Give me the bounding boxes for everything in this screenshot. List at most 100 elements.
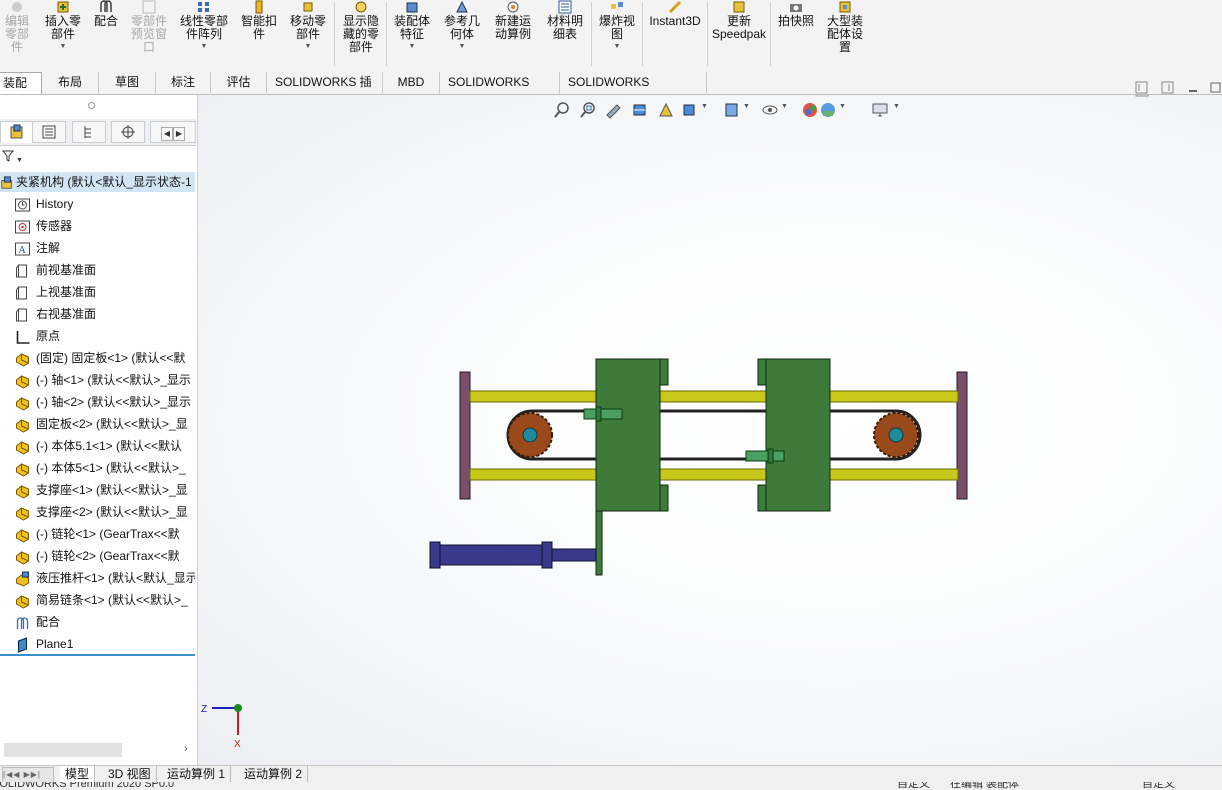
new-motion-study-button[interactable]: 新建运动算例 bbox=[490, 0, 536, 41]
tree-item[interactable]: (-) 链轮<1> (GearTrax<<默 bbox=[0, 523, 195, 545]
tree-item[interactable]: 传感器 bbox=[0, 215, 195, 237]
tab-mbd[interactable]: MBD bbox=[383, 72, 440, 93]
bom-button[interactable]: 材料明细表 bbox=[542, 0, 588, 41]
right-clamp-body[interactable] bbox=[765, 358, 831, 512]
tree-item[interactable]: 固定板<2> (默认<<默认>_显 bbox=[0, 413, 195, 435]
horizontal-scrollbar-thumb[interactable] bbox=[4, 743, 122, 757]
tree-item[interactable]: 支撑座<1> (默认<<默认>_显 bbox=[0, 479, 195, 501]
speedpak-icon bbox=[733, 1, 745, 13]
chevron-down-icon[interactable]: ▼ bbox=[176, 43, 232, 51]
ribbon-separator bbox=[642, 2, 643, 66]
chevron-down-icon[interactable]: ▼ bbox=[390, 43, 434, 51]
large-assembly-settings-button[interactable]: 大型装配体设置 bbox=[822, 0, 868, 54]
dimxpert-tab[interactable] bbox=[111, 121, 145, 143]
tree-item[interactable]: 配合 bbox=[0, 611, 195, 633]
chevron-right-icon[interactable]: ▶ bbox=[173, 127, 185, 141]
tree-item[interactable]: (-) 本体5<1> (默认<<默认>_ bbox=[0, 457, 195, 479]
linear-pattern-button[interactable]: 线性零部件阵列 ▼ bbox=[176, 0, 232, 51]
tab-solidworks-cam[interactable]: SOLIDWORKS CAM bbox=[440, 72, 560, 110]
tab-layout[interactable]: 布局 bbox=[42, 72, 99, 93]
hydraulic-rod[interactable] bbox=[551, 548, 597, 562]
tab-model[interactable]: 模型 bbox=[60, 766, 96, 782]
mate-button[interactable]: 配合 bbox=[90, 0, 122, 28]
left-end-plate[interactable] bbox=[459, 371, 471, 500]
tab-solidworks-inspection[interactable]: SOLIDWORKS Inspection bbox=[560, 72, 707, 110]
tree-item[interactable]: History bbox=[0, 193, 195, 215]
tree-item[interactable]: 上视基准面 bbox=[0, 281, 195, 303]
chevron-down-icon[interactable]: ▼ bbox=[595, 43, 639, 51]
panel-grip-dot[interactable] bbox=[88, 102, 95, 109]
tree-item[interactable]: A 注解 bbox=[0, 237, 195, 259]
chevron-left-icon[interactable]: ◀ bbox=[161, 127, 173, 141]
tree-root-assembly[interactable]: 夹紧机构 (默认<默认_显示状态-1 bbox=[0, 172, 195, 192]
tab-sketch[interactable]: 草图 bbox=[99, 72, 156, 93]
status-custom-units[interactable]: 自定义 bbox=[897, 782, 930, 790]
restore-right-icon[interactable] bbox=[1161, 81, 1174, 94]
lower-shaft[interactable] bbox=[469, 468, 959, 481]
tree-item[interactable]: 液压推杆<1> (默认<默认_显示 bbox=[0, 567, 195, 589]
instant3d-icon bbox=[668, 0, 682, 14]
tree-item-label: (-) 链轮<2> (GearTrax<<默 bbox=[36, 549, 180, 563]
restore-left-icon[interactable] bbox=[1135, 81, 1148, 94]
rollback-bar[interactable] bbox=[0, 654, 195, 656]
reference-geometry-button[interactable]: 参考几何体 ▼ bbox=[440, 0, 484, 51]
chain-loop[interactable] bbox=[506, 409, 922, 461]
property-manager-tab[interactable] bbox=[32, 121, 66, 143]
tab-3d-views[interactable]: 3D 视图 bbox=[103, 766, 157, 782]
tab-solidworks-addins[interactable]: SOLIDWORKS 插件 bbox=[267, 72, 383, 110]
tree-item[interactable]: (-) 本体5.1<1> (默认<<默认 bbox=[0, 435, 195, 457]
chevron-down-icon[interactable]: ▼ bbox=[440, 43, 484, 51]
tree-item-label: 固定板<2> (默认<<默认>_显 bbox=[36, 417, 188, 431]
assembly-features-button[interactable]: 装配体特征 ▼ bbox=[390, 0, 434, 51]
tree-item-label: 右视基准面 bbox=[36, 307, 97, 321]
assembly-features-icon bbox=[406, 2, 418, 13]
show-hidden-components-button[interactable]: 显示隐藏的零部件 bbox=[338, 0, 384, 54]
tree-item[interactable]: 右视基准面 bbox=[0, 303, 195, 325]
hydraulic-cylinder-body[interactable] bbox=[429, 544, 553, 566]
chain-clip-lower[interactable] bbox=[745, 450, 785, 462]
tab-assembly[interactable]: 装配体 bbox=[0, 72, 42, 111]
tree-item[interactable]: (固定) 固定板<1> (默认<<默 bbox=[0, 347, 195, 369]
triad-x-label: X bbox=[234, 739, 241, 750]
tree-item[interactable]: (-) 轴<2> (默认<<默认>_显示 bbox=[0, 391, 195, 413]
status-custom-right[interactable]: 自定义 bbox=[1142, 782, 1175, 790]
tree-item-label: 上视基准面 bbox=[36, 285, 97, 299]
component-preview-button[interactable]: 零部件预览窗口 bbox=[127, 0, 171, 54]
upper-shaft[interactable] bbox=[469, 390, 959, 403]
scroll-right-icon[interactable]: › bbox=[184, 743, 188, 755]
maximize-icon[interactable] bbox=[1210, 82, 1221, 93]
smart-fasteners-button[interactable]: 智能扣件 bbox=[238, 0, 280, 41]
chain-clip-upper[interactable] bbox=[583, 408, 623, 420]
graphics-area[interactable]: ▼ ▼ ▼ ▼ ▼ Z X bbox=[198, 95, 1222, 765]
exploded-view-label: 爆炸视图 bbox=[598, 14, 635, 41]
configuration-manager-tab[interactable] bbox=[72, 121, 106, 143]
tab-markup[interactable]: 标注 bbox=[156, 72, 211, 93]
tab-motion-study-1[interactable]: 运动算例 1 bbox=[162, 766, 232, 782]
tree-item[interactable]: 原点 bbox=[0, 325, 195, 347]
tree-filter[interactable]: ▼ bbox=[0, 149, 197, 167]
tree-item[interactable]: 简易链条<1> (默认<<默认>_ bbox=[0, 589, 195, 611]
tab-motion-study-2[interactable]: 运动算例 2 bbox=[239, 766, 309, 782]
exploded-view-button[interactable]: 爆炸视图 ▼ bbox=[595, 0, 639, 51]
feature-manager-tab[interactable] bbox=[0, 121, 34, 143]
instant3d-button[interactable]: Instant3D bbox=[646, 0, 704, 28]
edit-component-button[interactable]: 编辑零部件 bbox=[0, 0, 34, 54]
tree-item[interactable]: 支撑座<2> (默认<<默认>_显 bbox=[0, 501, 195, 523]
part-icon bbox=[16, 419, 29, 433]
tree-item[interactable]: (-) 轴<1> (默认<<默认>_显示 bbox=[0, 369, 195, 391]
chevron-down-icon[interactable]: ▼ bbox=[286, 43, 330, 51]
snapshot-button[interactable]: 拍快照 bbox=[774, 0, 818, 28]
tab-evaluate[interactable]: 评估 bbox=[211, 72, 267, 93]
update-speedpak-button[interactable]: 更新Speedpak bbox=[710, 0, 768, 41]
move-component-button[interactable]: 移动零部件 ▼ bbox=[286, 0, 330, 51]
tab-navigation-arrows[interactable]: |◀◀ ▶▶| bbox=[2, 767, 54, 783]
chevron-down-icon[interactable]: ▼ bbox=[42, 43, 84, 51]
tree-item-label: 支撑座<1> (默认<<默认>_显 bbox=[36, 483, 188, 497]
annotation-icon: A bbox=[15, 242, 30, 256]
tree-item[interactable]: Plane1 bbox=[0, 633, 195, 655]
plane1-icon bbox=[18, 637, 27, 653]
insert-component-button[interactable]: 插入零部件 ▼ bbox=[42, 0, 84, 51]
tree-item[interactable]: (-) 链轮<2> (GearTrax<<默 bbox=[0, 545, 195, 567]
tree-item[interactable]: 前视基准面 bbox=[0, 259, 195, 281]
tree-item-label: (-) 本体5.1<1> (默认<<默认 bbox=[36, 439, 183, 453]
